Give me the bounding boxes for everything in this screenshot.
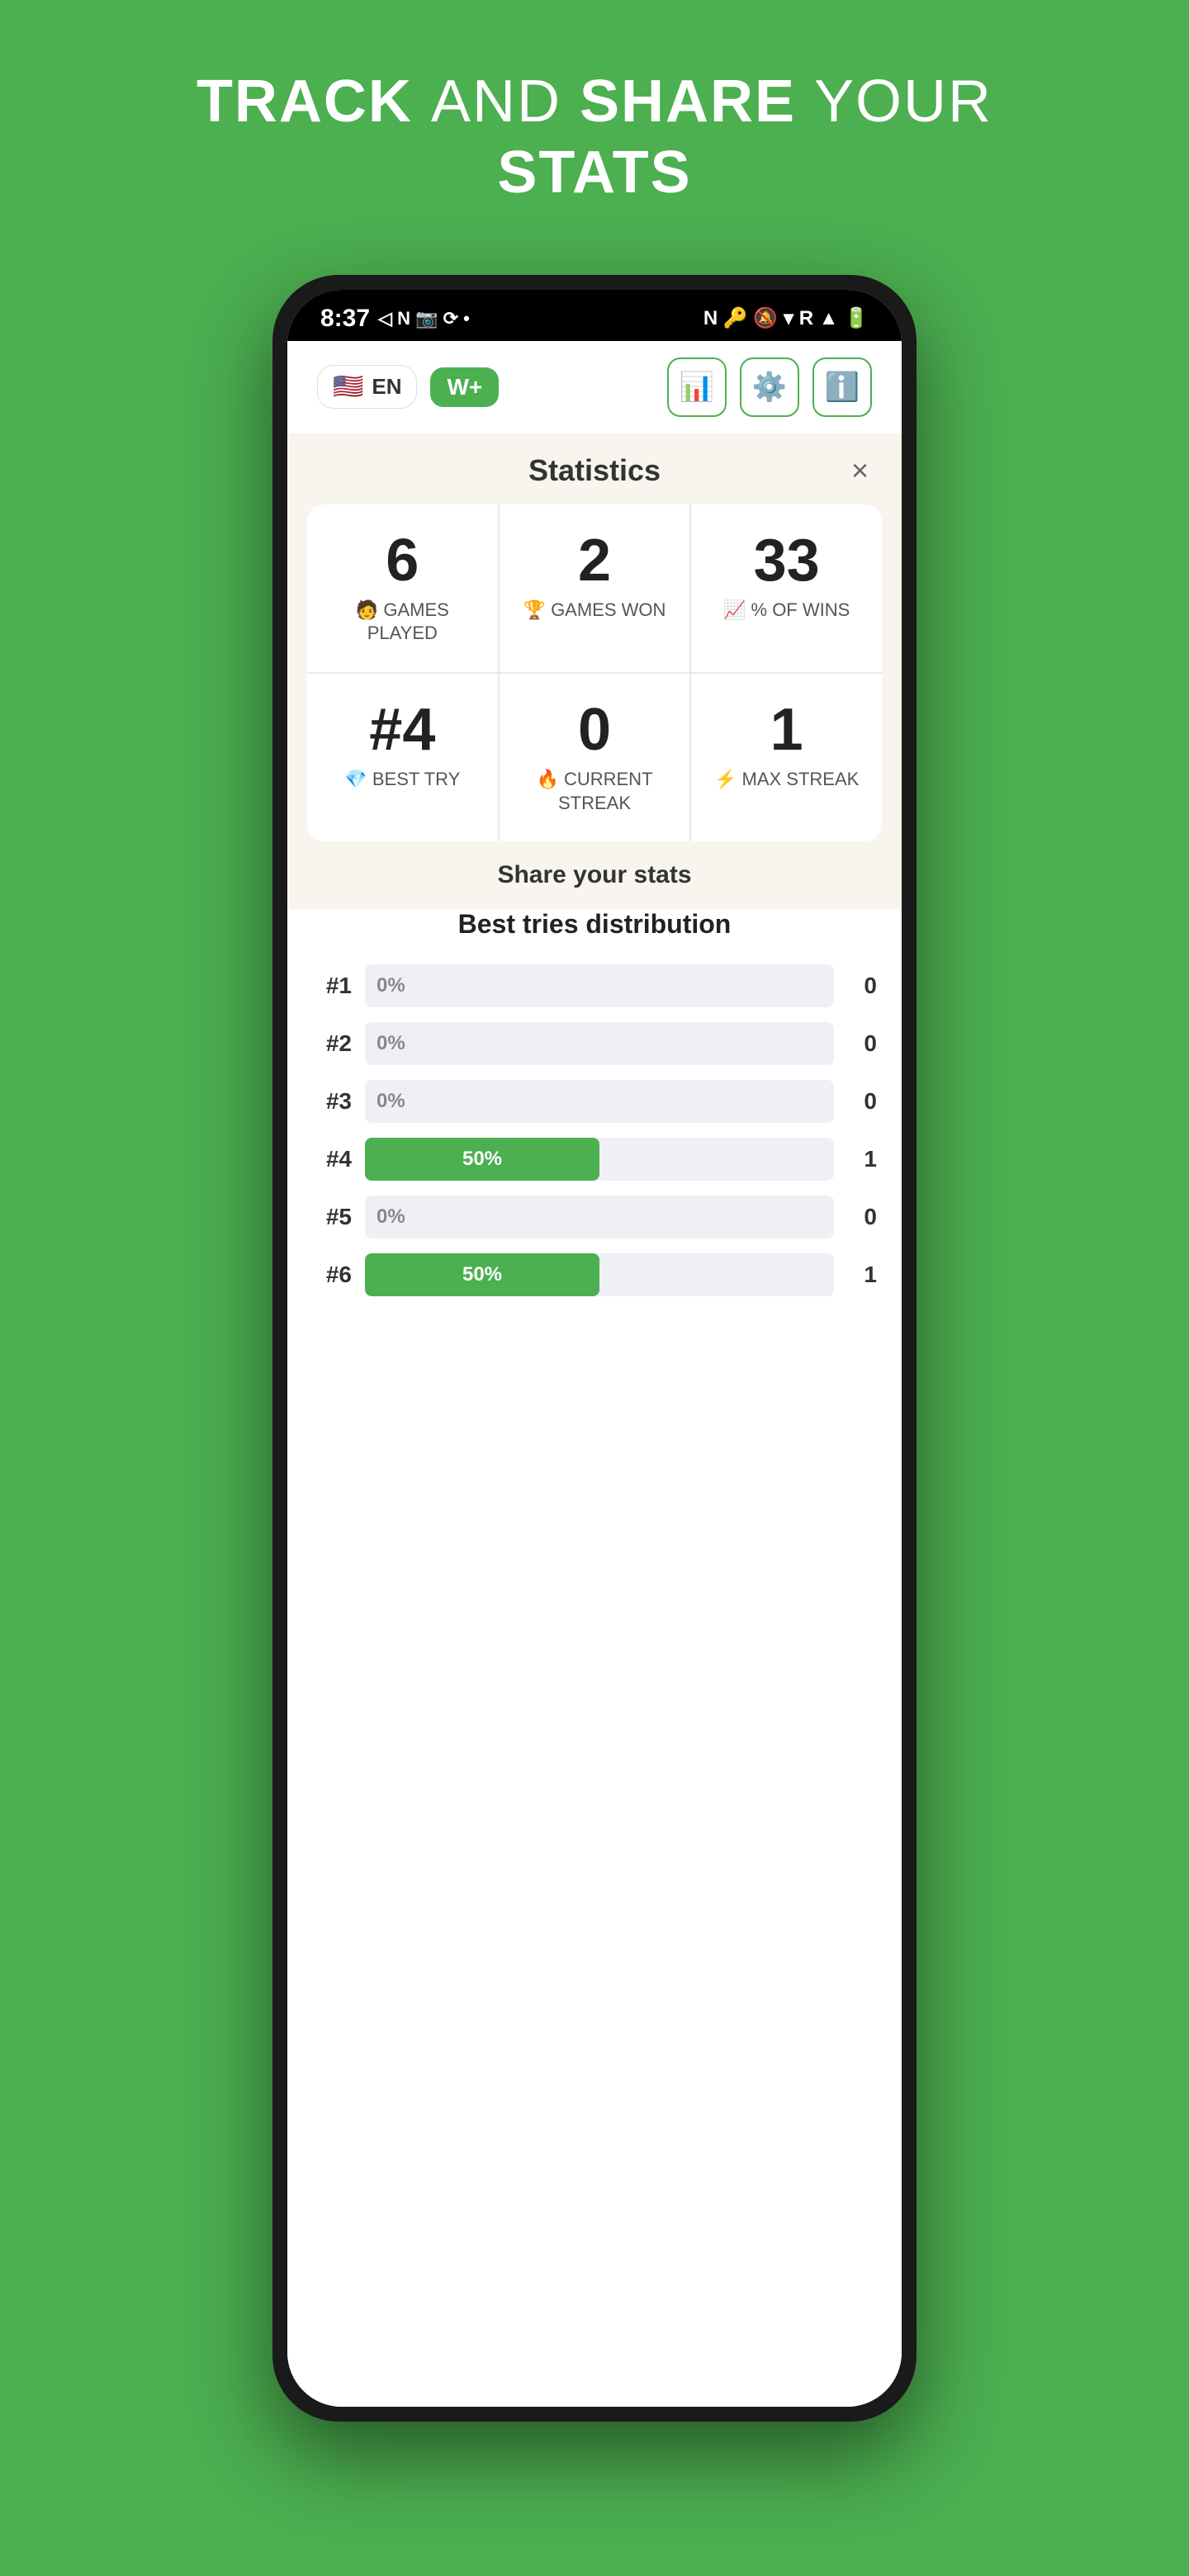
win-percent-number: 33 xyxy=(754,531,820,590)
games-played-number: 6 xyxy=(386,531,419,590)
dist-bar-1: 0% xyxy=(365,964,834,1007)
phone-frame: 8:37 ◁ N 📷 ⟳ • N 🔑 🔕 ▾ R ▲ 🔋 🇺🇸 EN W+ 📊 xyxy=(272,275,917,2422)
dist-label-3: #3 xyxy=(312,1088,352,1115)
dist-count-5: 0 xyxy=(847,1204,877,1230)
dist-label-6: #6 xyxy=(312,1262,352,1288)
max-streak-number: 1 xyxy=(770,700,803,760)
statistics-title: Statistics xyxy=(528,453,661,488)
status-right: N 🔑 🔕 ▾ R ▲ 🔋 xyxy=(703,306,869,330)
statistics-header: Statistics × xyxy=(287,433,902,504)
dist-row-5: #5 0% 0 xyxy=(312,1196,877,1238)
info-icon-button[interactable]: ℹ️ xyxy=(812,358,872,417)
dist-bar-text-6: 50% xyxy=(462,1263,502,1286)
dist-row-1: #1 0% 0 xyxy=(312,964,877,1007)
lang-label: EN xyxy=(372,374,401,400)
stats-grid: 6 🧑 GAMESPLAYED 2 🏆 GAMES WON 33 📈 % OF … xyxy=(307,504,882,841)
dist-row-2: #2 0% 0 xyxy=(312,1022,877,1065)
current-streak-number: 0 xyxy=(578,700,611,760)
best-try-number: #4 xyxy=(369,700,435,760)
dist-bar-text-3: 0% xyxy=(377,1090,405,1113)
status-left: 8:37 ◁ N 📷 ⟳ • xyxy=(320,305,470,333)
distribution-title: Best tries distribution xyxy=(312,909,877,940)
dist-bar-4: 50% xyxy=(365,1138,834,1181)
status-icons-left: ◁ N 📷 ⟳ • xyxy=(378,308,470,329)
status-time: 8:37 xyxy=(320,305,370,333)
header-right-icons: 📊 ⚙️ ℹ️ xyxy=(667,358,872,417)
stat-max-streak: 1 ⚡ MAX STREAK xyxy=(691,674,882,841)
stat-win-percent: 33 📈 % OF WINS xyxy=(691,504,882,672)
info-icon: ℹ️ xyxy=(825,371,860,404)
dist-bar-text-5: 0% xyxy=(377,1205,405,1229)
dist-bar-5: 0% xyxy=(365,1196,834,1238)
settings-icon-button[interactable]: ⚙️ xyxy=(740,358,799,417)
hero-stats: STATS xyxy=(497,140,691,206)
phone-notch xyxy=(545,290,644,315)
dist-bar-3: 0% xyxy=(365,1080,834,1123)
dist-label-4: #4 xyxy=(312,1146,352,1172)
dist-row-6: #6 50% 1 xyxy=(312,1253,877,1296)
dist-bar-text-2: 0% xyxy=(377,1032,405,1055)
status-icons-right: N 🔑 🔕 ▾ R ▲ 🔋 xyxy=(703,306,869,330)
stat-best-try: #4 💎 BEST TRY xyxy=(307,674,498,841)
statistics-panel: Statistics × 6 🧑 GAMESPLAYED 2 🏆 GAMES W… xyxy=(287,433,902,909)
language-button[interactable]: 🇺🇸 EN xyxy=(317,365,417,409)
hero-your: YOUR xyxy=(814,69,992,135)
dist-label-2: #2 xyxy=(312,1030,352,1057)
chart-icon: 📊 xyxy=(680,371,714,404)
best-try-label: 💎 BEST TRY xyxy=(344,768,460,792)
share-stats-button[interactable]: Share your stats xyxy=(287,861,902,889)
max-streak-label: ⚡ MAX STREAK xyxy=(714,768,859,792)
dist-count-4: 1 xyxy=(847,1146,877,1172)
dist-count-1: 0 xyxy=(847,973,877,999)
close-button[interactable]: × xyxy=(851,453,869,488)
dist-row-3: #3 0% 0 xyxy=(312,1080,877,1123)
dist-bar-text-4: 50% xyxy=(462,1148,502,1171)
dist-bar-2: 0% xyxy=(365,1022,834,1065)
stat-current-streak: 0 🔥 CURRENTSTREAK xyxy=(500,674,690,841)
dist-bar-6: 50% xyxy=(365,1253,834,1296)
hero-and: AND xyxy=(431,69,580,135)
w-plus-button[interactable]: W+ xyxy=(430,367,499,407)
dist-count-6: 1 xyxy=(847,1262,877,1288)
dist-count-3: 0 xyxy=(847,1088,877,1115)
current-streak-label: 🔥 CURRENTSTREAK xyxy=(536,768,652,815)
win-percent-label: 📈 % OF WINS xyxy=(723,599,850,623)
flag-icon: 🇺🇸 xyxy=(333,372,363,401)
gear-icon: ⚙️ xyxy=(752,371,787,404)
hero-track: TRACK xyxy=(197,69,413,135)
dist-label-5: #5 xyxy=(312,1204,352,1230)
hero-share: SHARE xyxy=(580,69,796,135)
games-played-label: 🧑 GAMESPLAYED xyxy=(356,599,449,646)
games-won-number: 2 xyxy=(578,531,611,590)
dist-row-4: #4 50% 1 xyxy=(312,1138,877,1181)
hero-text: TRACK AND SHARE YOUR STATS xyxy=(197,66,992,209)
distribution-section: Best tries distribution #1 0% 0 #2 0% xyxy=(287,909,902,2407)
dist-label-1: #1 xyxy=(312,973,352,999)
games-won-label: 🏆 GAMES WON xyxy=(523,599,666,623)
phone-screen: 8:37 ◁ N 📷 ⟳ • N 🔑 🔕 ▾ R ▲ 🔋 🇺🇸 EN W+ 📊 xyxy=(287,290,902,2407)
stat-games-won: 2 🏆 GAMES WON xyxy=(500,504,690,672)
stat-games-played: 6 🧑 GAMESPLAYED xyxy=(307,504,498,672)
app-header: 🇺🇸 EN W+ 📊 ⚙️ ℹ️ xyxy=(287,341,902,433)
dist-bar-text-1: 0% xyxy=(377,974,405,997)
chart-icon-button[interactable]: 📊 xyxy=(667,358,727,417)
dist-count-2: 0 xyxy=(847,1030,877,1057)
